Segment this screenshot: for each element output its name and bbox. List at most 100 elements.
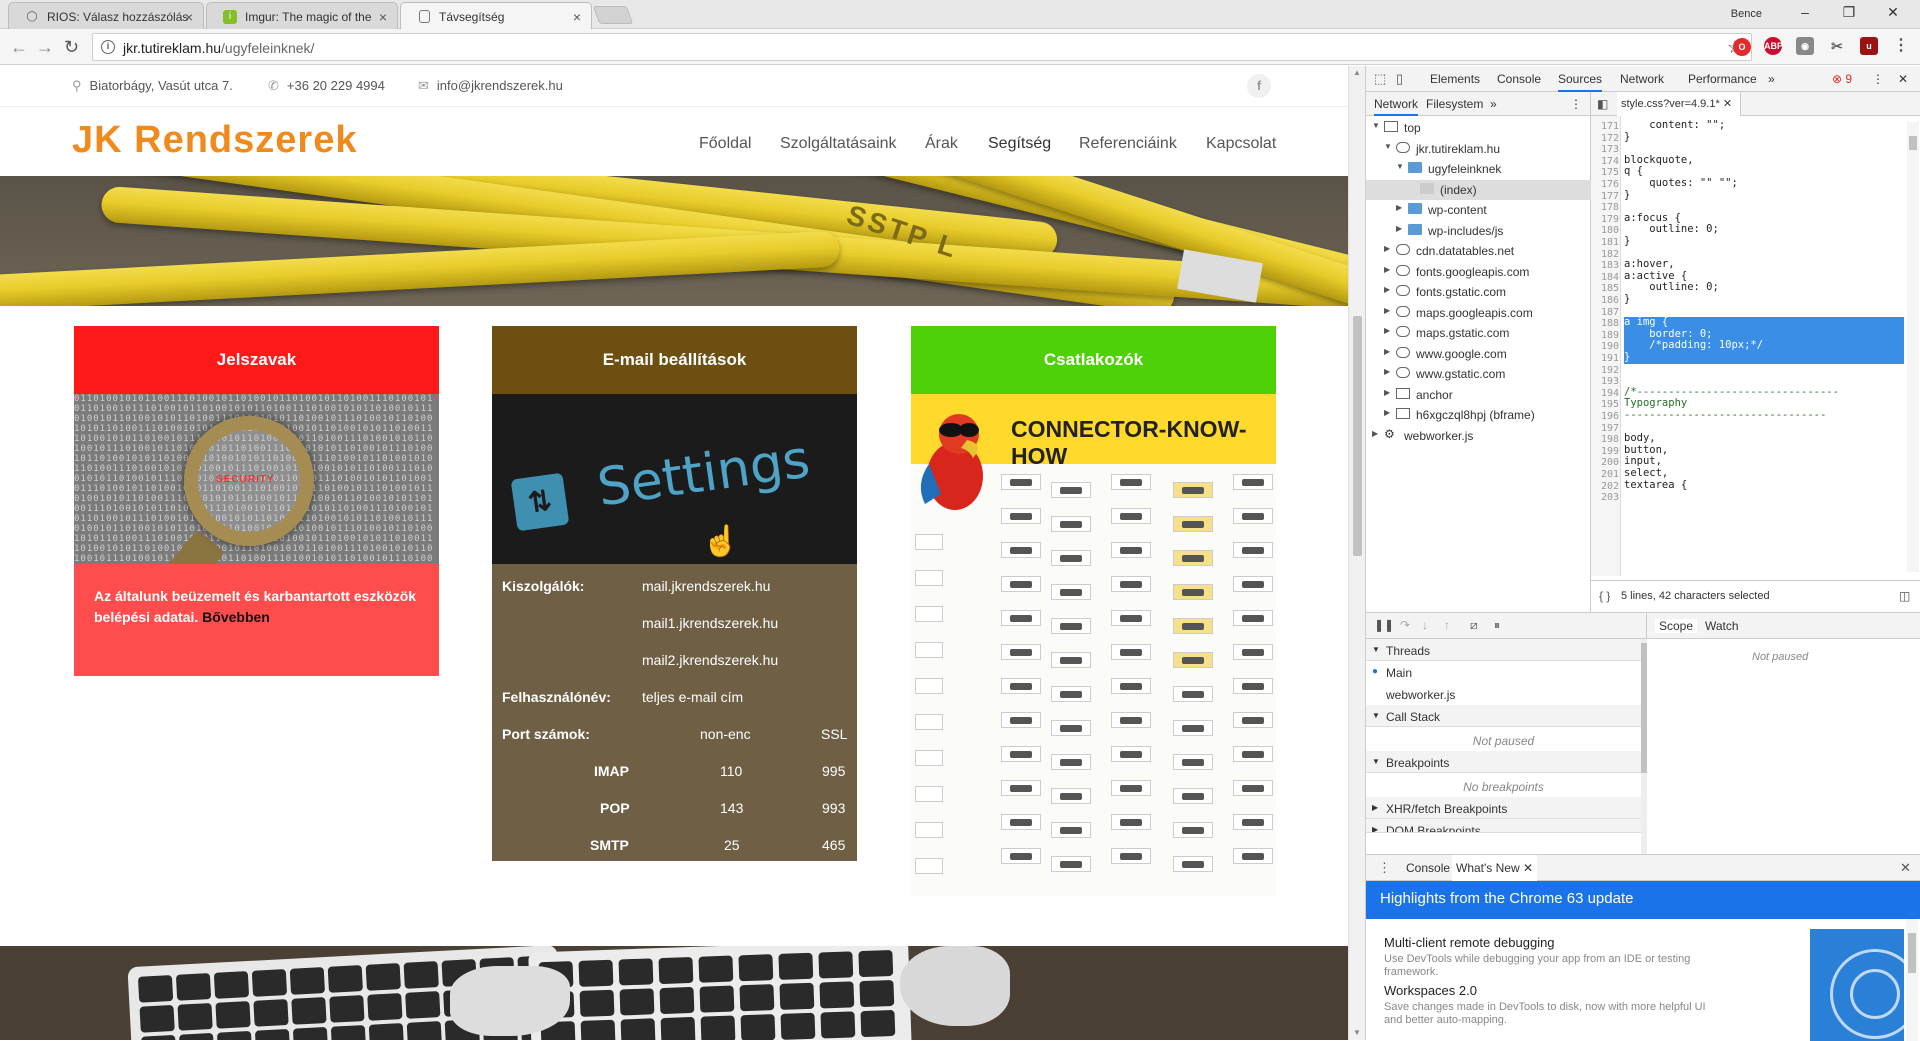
tab-network[interactable]: Network (1374, 97, 1419, 116)
expand-icon[interactable]: ▼ (1396, 162, 1404, 171)
tab-scope[interactable]: Scope (1655, 619, 1698, 633)
url-text[interactable]: jkr.tutireklam.hu/ugyfeleinknek/ (123, 40, 314, 56)
back-icon[interactable]: ← (10, 37, 28, 58)
close-icon[interactable]: ✕ (1523, 861, 1533, 875)
step-into-icon[interactable]: ↓ (1422, 618, 1428, 632)
scroll-down-icon[interactable]: ▼ (1353, 1028, 1361, 1037)
new-tab-button[interactable] (592, 6, 634, 24)
pause-on-exceptions-icon[interactable]: ⏸ (1494, 618, 1500, 633)
code-line[interactable]: button, (1624, 444, 1904, 457)
nav-szolgaltatasaink[interactable]: Szolgáltatásaink (780, 135, 897, 153)
collapse-icon[interactable]: ▶ (1384, 388, 1390, 397)
collapse-icon[interactable]: ▶ (1384, 244, 1390, 253)
tree-item[interactable]: ▶ fonts.googleapis.com (1366, 262, 1591, 282)
devtools-menu-icon[interactable]: ⋮ (1872, 72, 1884, 86)
collapse-icon[interactable]: ▶ (1384, 326, 1390, 335)
deactivate-breakpoints-icon[interactable]: ⧄ (1470, 618, 1478, 633)
tab-network[interactable]: Network (1620, 72, 1664, 86)
device-toolbar-icon[interactable]: ▯ (1396, 71, 1403, 87)
tree-item[interactable]: ▶ cdn.datatables.net (1366, 241, 1591, 261)
opera-extension-icon[interactable]: O (1733, 38, 1751, 56)
collapse-icon[interactable]: ▶ (1384, 367, 1390, 376)
ublock-icon[interactable]: u (1860, 37, 1878, 55)
code-line[interactable] (1624, 364, 1904, 376)
scroll-up-icon[interactable]: ▲ (1353, 68, 1361, 77)
close-window-icon[interactable]: ✕ (1878, 4, 1908, 24)
tree-item[interactable]: (index) (1366, 179, 1591, 200)
collapse-icon[interactable]: ▶ (1384, 408, 1390, 417)
address-bar[interactable]: i jkr.tutireklam.hu/ugyfeleinknek/ ☆ (92, 33, 1752, 61)
code-line[interactable]: outline: 0; (1624, 224, 1904, 236)
tree-item[interactable]: ▶ h6xgczql8hpj (bframe) (1366, 405, 1591, 425)
card-title[interactable]: E-mail beállítások (492, 326, 857, 394)
tree-item[interactable]: ▶ wp-includes/js (1366, 221, 1591, 241)
profile-name[interactable]: Bence (1731, 8, 1762, 20)
whats-new-item-title[interactable]: Workspaces 2.0 (1384, 983, 1477, 998)
page-scrollbar[interactable]: ▲ ▼ (1348, 66, 1365, 1040)
forward-icon[interactable]: → (36, 37, 54, 58)
step-out-icon[interactable]: ↑ (1444, 618, 1450, 632)
toggle-debugger-icon[interactable]: ◫ (1899, 589, 1910, 603)
tree-item[interactable]: ▶ www.gstatic.com (1366, 364, 1591, 384)
collapse-icon[interactable]: ▶ (1384, 306, 1390, 315)
connector-chart-image[interactable]: CONNECTOR-KNOW-HOW (911, 394, 1276, 896)
collapse-icon[interactable]: ▶ (1384, 347, 1390, 356)
tree-item[interactable]: ▶ wp-content (1366, 200, 1591, 220)
collapse-icon[interactable]: ▶ (1372, 429, 1378, 438)
nav-fooldal[interactable]: Főoldal (699, 135, 751, 153)
tree-item[interactable]: ▶ maps.googleapis.com (1366, 303, 1591, 323)
collapse-icon[interactable]: ▶ (1384, 285, 1390, 294)
close-icon[interactable]: × (573, 9, 581, 25)
tree-item[interactable]: ▶ anchor (1366, 385, 1591, 405)
nav-referenciaink[interactable]: Referenciáink (1079, 135, 1177, 153)
xhr-breakpoints-section[interactable]: ▶ XHR/fetch Breakpoints (1366, 797, 1641, 819)
pause-icon[interactable]: ❚❚ (1374, 618, 1394, 632)
tab-sources[interactable]: Sources (1558, 72, 1603, 92)
drawer-menu-icon[interactable]: ⋮ (1378, 860, 1391, 876)
code-line[interactable]: textarea { (1624, 479, 1904, 492)
code-line[interactable]: content: ""; (1624, 119, 1904, 132)
tree-item[interactable]: ▶ www.google.com (1366, 344, 1591, 364)
code-line[interactable]: -------------------------------- (1624, 409, 1904, 422)
facebook-icon[interactable]: f (1247, 74, 1271, 98)
code-line[interactable]: } (1624, 131, 1904, 144)
tab-imgur[interactable]: i Imgur: The magic of the × (206, 2, 398, 29)
info-icon[interactable]: i (101, 40, 115, 54)
call-stack-section[interactable]: ▼ Call Stack (1366, 705, 1641, 727)
tab-whats-new[interactable]: What's New ✕ (1452, 855, 1538, 881)
menu-icon[interactable]: ⋮ (1892, 37, 1910, 55)
step-over-icon[interactable]: ↷ (1400, 618, 1410, 632)
more-tabs-icon[interactable]: » (1490, 97, 1497, 111)
adblock-icon[interactable]: ABP (1764, 37, 1783, 55)
whats-new-item-title[interactable]: Multi-client remote debugging (1384, 935, 1555, 950)
toggle-navigator-icon[interactable]: ◧ (1597, 97, 1608, 111)
tab-console[interactable]: Console (1406, 861, 1450, 875)
collapse-icon[interactable]: ▶ (1396, 224, 1402, 233)
tab-tavsegitseg[interactable]: Távsegítség × (400, 2, 592, 30)
tab-watch[interactable]: Watch (1705, 619, 1739, 633)
code-line[interactable]: } (1624, 293, 1904, 306)
tree-item[interactable]: ▶ maps.gstatic.com (1366, 323, 1591, 343)
error-badge[interactable]: ⊗ 9 (1832, 72, 1852, 86)
tree-item[interactable]: ▼ top (1366, 118, 1591, 138)
scrollbar-thumb[interactable] (1909, 136, 1917, 150)
tab-console[interactable]: Console (1497, 72, 1541, 86)
email-info[interactable]: ✉ info@jkrendszerek.hu (418, 78, 563, 94)
drawer-scrollbar[interactable] (1906, 919, 1918, 1041)
close-icon[interactable]: × (185, 9, 193, 25)
pretty-print-icon[interactable]: { } (1599, 589, 1610, 603)
code-line[interactable]: } (1624, 189, 1904, 202)
navigator-menu-icon[interactable]: ⋮ (1570, 97, 1582, 111)
tools-icon[interactable]: ✂ (1828, 37, 1846, 55)
nav-arak[interactable]: Árak (925, 135, 958, 153)
collapse-icon[interactable]: ▶ (1384, 265, 1390, 274)
more-tabs-icon[interactable]: » (1768, 72, 1775, 86)
camera-icon[interactable]: ◉ (1796, 37, 1814, 55)
tree-item[interactable]: ▶ fonts.gstatic.com (1366, 282, 1591, 302)
code-line[interactable] (1624, 491, 1904, 503)
nav-segitseg[interactable]: Segítség (988, 135, 1051, 153)
close-drawer-icon[interactable]: ✕ (1900, 860, 1911, 876)
code-line[interactable]: select, (1624, 467, 1904, 480)
tab-performance[interactable]: Performance (1688, 72, 1757, 86)
code-line[interactable]: /*padding: 10px;*/ (1624, 340, 1904, 352)
